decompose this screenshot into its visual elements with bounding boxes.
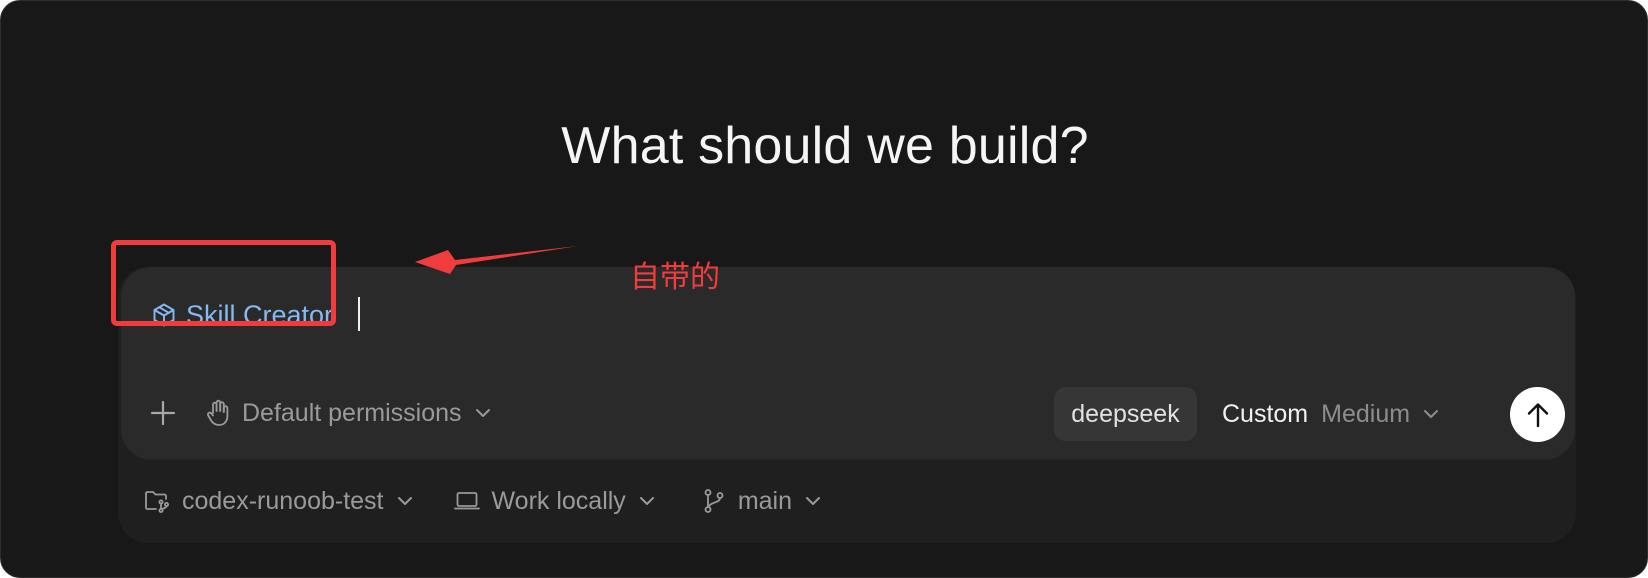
cube-icon <box>151 302 177 328</box>
folder-git-icon <box>144 488 170 514</box>
effort-dropdown[interactable]: Custom Medium <box>1222 391 1440 437</box>
environment-selector[interactable]: Work locally <box>453 486 656 516</box>
permissions-label: Default permissions <box>242 398 462 427</box>
branch-label: main <box>737 486 792 515</box>
add-attachment-button[interactable] <box>147 397 179 429</box>
composer-toolbar-left: Default permissions <box>147 391 492 435</box>
send-button[interactable] <box>1510 387 1565 442</box>
laptop-icon <box>453 490 480 512</box>
chevron-down-icon <box>474 407 492 419</box>
environment-label: Work locally <box>491 486 626 515</box>
skill-chip[interactable]: Skill Creator <box>151 293 333 337</box>
project-label: codex-runoob-test <box>182 486 384 515</box>
project-selector[interactable]: codex-runoob-test <box>144 487 414 516</box>
chevron-down-icon <box>396 495 414 507</box>
chevron-down-icon <box>638 495 656 507</box>
prompt-composer[interactable]: Skill Creator Default permissions deepse… <box>121 267 1575 459</box>
hand-icon <box>205 399 231 427</box>
permissions-dropdown[interactable]: Default permissions <box>205 399 492 428</box>
composer-footer: codex-runoob-test Work locally main <box>144 479 822 523</box>
chevron-down-icon <box>804 495 822 507</box>
skill-chip-label: Skill Creator <box>186 299 334 330</box>
effort-level: Medium <box>1321 399 1411 428</box>
text-cursor <box>358 297 360 331</box>
model-selector[interactable]: deepseek <box>1054 387 1197 441</box>
app-window: What should we build? codex-runoob-test <box>0 0 1648 578</box>
git-branch-icon <box>702 488 726 514</box>
page-title: What should we build? <box>561 117 1089 175</box>
arrow-up-icon <box>1527 402 1548 427</box>
effort-mode: Custom <box>1222 399 1309 428</box>
plus-icon <box>150 400 176 426</box>
chevron-down-icon <box>1422 408 1440 420</box>
annotation-label: 自带的 <box>630 260 720 295</box>
branch-selector[interactable]: main <box>702 487 822 516</box>
